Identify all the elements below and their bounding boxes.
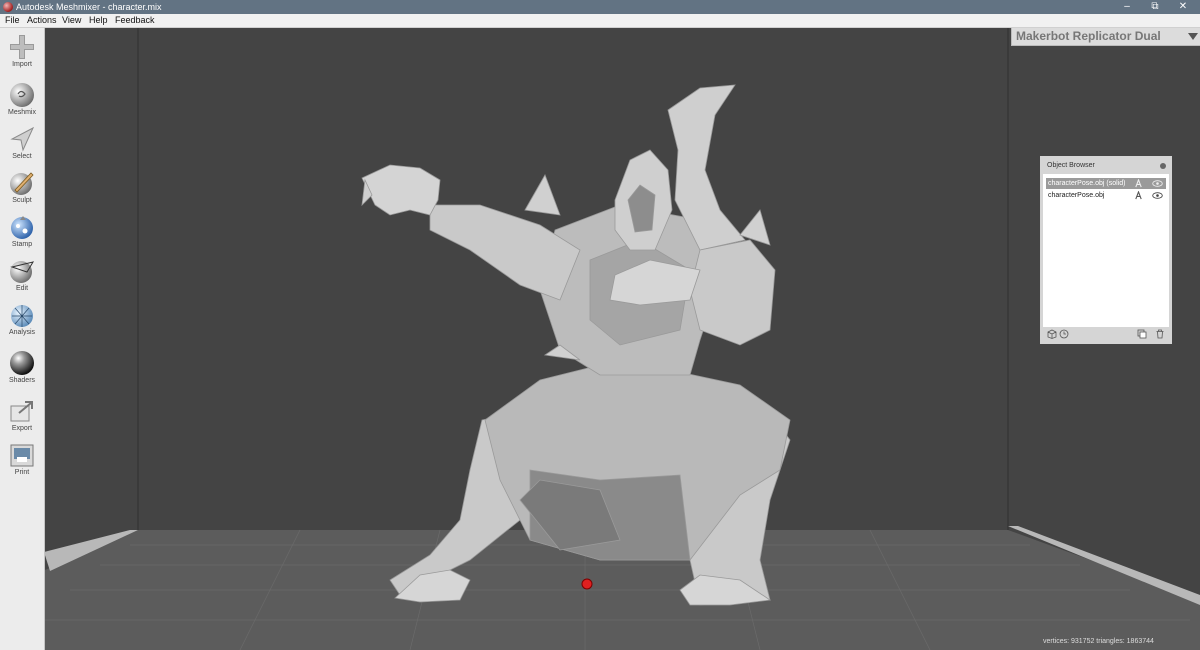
printer-selector[interactable]: Makerbot Replicator Dual [1011, 28, 1200, 46]
analysis-sphere-icon [11, 305, 33, 327]
edit-label: Edit [15, 285, 29, 292]
meshmix-button[interactable]: Meshmix [0, 78, 44, 122]
minimize-button[interactable]: – [1113, 0, 1141, 14]
object-browser-title: Object Browser [1047, 162, 1095, 169]
object-browser-header: Object Browser [1043, 159, 1169, 174]
export-button[interactable]: Export [0, 394, 44, 438]
close-button[interactable]: ✕ [1169, 0, 1197, 14]
origin-marker[interactable] [581, 578, 593, 590]
printer-name: Makerbot Replicator Dual [1016, 29, 1161, 43]
lock-icon[interactable] [1134, 179, 1143, 188]
close-panel-icon[interactable] [1160, 163, 1166, 169]
select-arrow-icon [10, 126, 35, 152]
print-label: Print [14, 469, 30, 476]
plus-icon [10, 35, 34, 59]
duplicate-icon[interactable] [1137, 329, 1147, 339]
mesh-stats: vertices: 931752 triangles: 1863744 [1043, 638, 1154, 645]
meshmix-label: Meshmix [7, 109, 36, 116]
menu-view[interactable]: View [62, 14, 81, 27]
left-toolbar: Import Meshmix Select Sculpt Stamp Edit … [0, 28, 45, 650]
object-list-item[interactable]: characterPose.obj [1046, 190, 1166, 201]
shaders-label: Shaders [8, 377, 36, 384]
meshmixer-app-icon [3, 2, 13, 12]
menu-file[interactable]: File [5, 14, 20, 27]
chevron-down-icon[interactable] [1188, 33, 1198, 40]
object-browser-footer [1043, 327, 1169, 341]
stamp-label: Stamp [11, 241, 33, 248]
shaders-button[interactable]: Shaders [0, 346, 44, 390]
print-icon [10, 444, 34, 467]
sculpt-label: Sculpt [12, 197, 32, 204]
object-name: characterPose.obj [1048, 192, 1105, 199]
analysis-label: Analysis [8, 329, 36, 336]
meshmix-sphere-icon [10, 83, 34, 107]
shaders-sphere-icon [10, 351, 34, 375]
import-label: Import [12, 61, 32, 68]
export-icon [10, 401, 33, 422]
edit-button[interactable]: Edit [0, 254, 44, 298]
eye-icon[interactable] [1152, 192, 1163, 199]
clock-icon[interactable] [1059, 329, 1069, 339]
print-button[interactable]: Print [0, 438, 44, 482]
cube-icon[interactable] [1047, 329, 1057, 339]
stamp-icon [11, 216, 33, 239]
edit-sphere-icon [10, 261, 35, 283]
object-name: characterPose.obj (solid) [1048, 180, 1126, 187]
title-bar: Autodesk Meshmixer - character.mix – ⧉ ✕ [0, 0, 1200, 14]
menu-help[interactable]: Help [89, 14, 108, 27]
analysis-button[interactable]: Analysis [0, 298, 44, 342]
3d-viewport[interactable] [45, 28, 1200, 650]
object-list-item[interactable]: characterPose.obj (solid) [1046, 178, 1166, 189]
menu-feedback[interactable]: Feedback [115, 14, 155, 27]
menu-bar: File Actions View Help Feedback [0, 14, 1200, 28]
trash-icon[interactable] [1155, 329, 1165, 339]
window-title: Autodesk Meshmixer - character.mix [16, 2, 162, 12]
select-label: Select [12, 153, 32, 160]
menu-actions[interactable]: Actions [27, 14, 57, 27]
restore-button[interactable]: ⧉ [1141, 0, 1169, 14]
import-button[interactable]: Import [0, 30, 44, 74]
stamp-button[interactable]: Stamp [0, 210, 44, 254]
object-browser-panel: Object Browser characterPose.obj (solid)… [1040, 156, 1172, 344]
eye-icon[interactable] [1152, 180, 1163, 187]
scene-canvas[interactable] [45, 28, 1200, 650]
sculpt-brush-icon [10, 172, 34, 195]
select-button[interactable]: Select [0, 122, 44, 166]
export-label: Export [11, 425, 33, 432]
lock-icon[interactable] [1134, 191, 1143, 200]
sculpt-button[interactable]: Sculpt [0, 166, 44, 210]
